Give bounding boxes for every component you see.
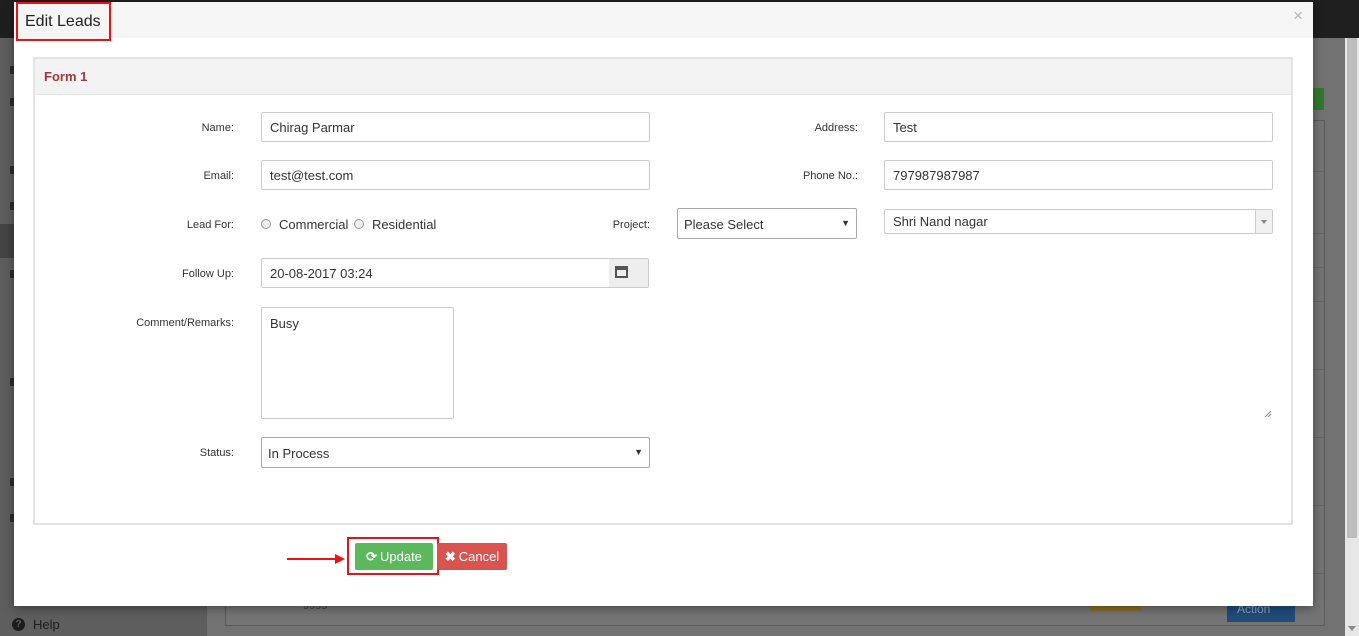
status-select[interactable]: In Process ▼ (261, 437, 650, 468)
subproject-select[interactable]: Shri Nand nagar (884, 209, 1273, 234)
modal-header (14, 2, 1313, 38)
follow-up-input[interactable] (261, 258, 610, 288)
annotation-arrow (287, 558, 337, 560)
commercial-radio[interactable] (261, 219, 271, 229)
email-input[interactable] (261, 160, 650, 190)
edit-leads-modal: Edit Leads × Form 1 Name: Address: Email… (14, 2, 1313, 606)
scrollbar-thumb[interactable] (1347, 38, 1357, 538)
dropdown-arrow-icon[interactable] (1255, 210, 1272, 233)
chevron-down-icon: ▼ (841, 218, 850, 228)
name-input[interactable] (261, 112, 650, 142)
modal-title: Edit Leads (16, 2, 111, 41)
lead-for-label: Lead For: (186, 219, 234, 231)
scroll-down-icon[interactable] (1348, 626, 1356, 631)
residential-radio[interactable] (354, 219, 364, 229)
sidebar-help[interactable]: ? Help (12, 617, 60, 632)
subproject-select-value: Shri Nand nagar (893, 214, 988, 229)
commercial-radio-label[interactable]: Commercial (279, 217, 348, 232)
chevron-down-icon: ▼ (634, 447, 643, 457)
address-label: Address: (814, 122, 858, 134)
cancel-button[interactable]: ✖ Cancel (437, 543, 507, 570)
project-select[interactable]: Please Select ▼ (677, 208, 857, 239)
page-scrollbar[interactable] (1345, 38, 1359, 636)
email-label: Email: (203, 170, 234, 182)
comment-textarea[interactable]: Busy (261, 307, 454, 419)
follow-up-label: Follow Up: (182, 268, 234, 280)
phone-input[interactable] (884, 160, 1273, 190)
times-icon: ✖ (444, 549, 456, 564)
help-icon: ? (12, 618, 25, 631)
refresh-icon: ⟳ (366, 549, 377, 564)
comment-label: Comment/Remarks: (136, 317, 234, 329)
calendar-button[interactable] (609, 258, 649, 288)
status-label: Status: (199, 447, 234, 459)
status-select-value: In Process (268, 446, 330, 461)
help-label: Help (33, 617, 60, 632)
cancel-button-label: Cancel (458, 549, 500, 564)
resize-grip-icon[interactable] (1264, 410, 1272, 418)
update-button-label: Update (379, 549, 422, 564)
phone-label: Phone No.: (802, 170, 858, 182)
name-label: Name: (201, 122, 234, 134)
residential-radio-label[interactable]: Residential (372, 217, 436, 232)
close-icon[interactable]: × (1293, 6, 1303, 26)
calendar-icon (615, 266, 628, 278)
update-button[interactable]: ⟳ Update (355, 543, 433, 570)
address-input[interactable] (884, 112, 1273, 142)
annotation-arrow-head (335, 554, 345, 564)
project-label: Project: (612, 219, 650, 231)
project-select-value: Please Select (684, 217, 764, 232)
panel-title: Form 1 (35, 59, 1291, 95)
